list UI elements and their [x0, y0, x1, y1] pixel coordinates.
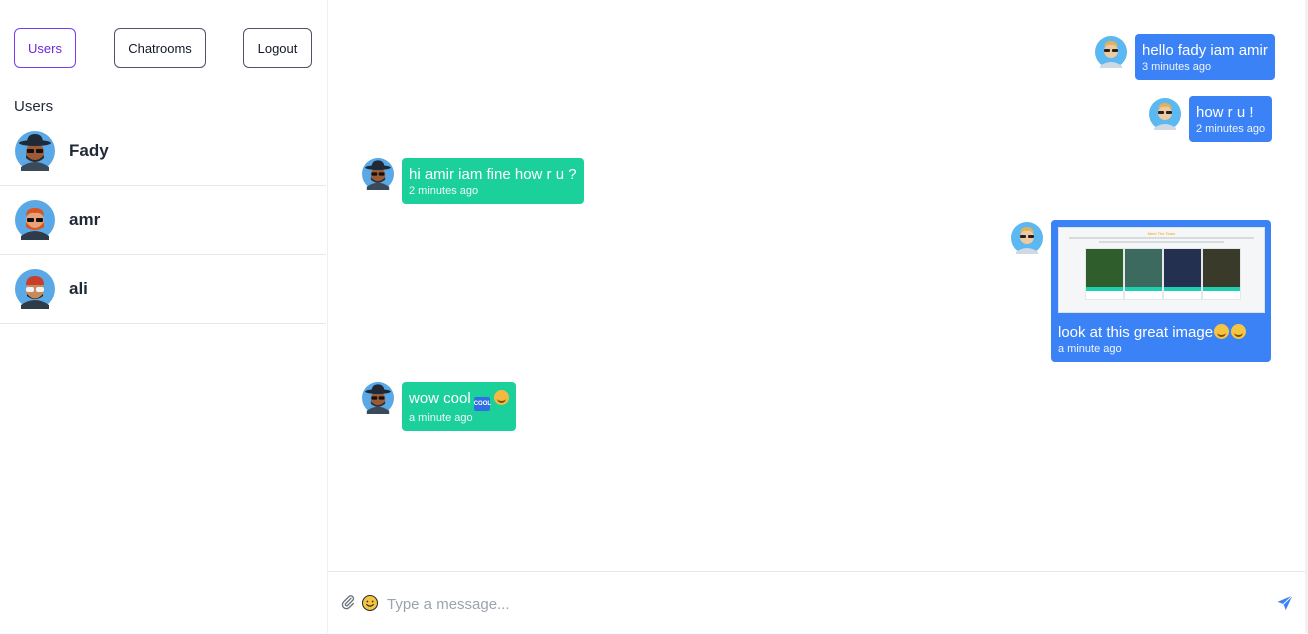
message-time: 2 minutes ago [409, 185, 479, 197]
message-bubble: hi amir iam fine how r u ? 2 minutes ago [402, 158, 584, 204]
message-bubble: wow cool COOL a minute ago [402, 382, 516, 431]
user-item-ali[interactable]: ali [0, 255, 326, 324]
message-text: how r u ! [1196, 104, 1254, 121]
message-time: a minute ago [1058, 343, 1122, 355]
message-row-sent: Meet The Team look at this great image a… [1011, 220, 1271, 362]
avatar-hat-sunglasses-icon [362, 158, 394, 190]
message-text: hi amir iam fine how r u ? [409, 166, 577, 183]
smiling-emoji-icon [1214, 324, 1230, 339]
user-name-label: ali [69, 279, 88, 298]
message-text: wow cool COOL [409, 389, 509, 411]
message-time: a minute ago [409, 412, 473, 424]
message-composer [328, 571, 1308, 634]
paperclip-icon[interactable] [340, 594, 356, 610]
message-row-received: hi amir iam fine how r u ? 2 minutes ago [362, 158, 584, 204]
users-tab-button[interactable]: Users [14, 28, 76, 68]
user-item-fady[interactable]: Fady [0, 117, 326, 186]
user-item-amr[interactable]: amr [0, 186, 326, 255]
image-title: Meet The Team [1147, 231, 1176, 236]
cool-emoji-icon: COOL [473, 397, 491, 411]
smiling-emoji-icon [1231, 324, 1247, 339]
message-row-received: wow cool COOL a minute ago [362, 382, 516, 431]
sidebar: Users Chatrooms Logout Users Fady amr al… [0, 0, 328, 633]
message-input[interactable] [385, 590, 1269, 618]
avatar-blond-sunglasses-icon [1011, 222, 1043, 254]
chatrooms-tab-button[interactable]: Chatrooms [114, 28, 206, 68]
emoji-picker-icon[interactable] [361, 594, 379, 612]
user-name-label: amr [69, 210, 101, 229]
message-time: 3 minutes ago [1142, 61, 1212, 73]
avatar-red-hair-sunglasses-icon [15, 200, 55, 240]
message-bubble: how r u ! 2 minutes ago [1189, 96, 1273, 142]
chat-panel: hello fady iam amir 3 minutes ago how r … [328, 0, 1308, 633]
message-text: hello fady iam amir [1142, 42, 1268, 59]
send-icon[interactable] [1276, 594, 1294, 612]
message-bubble: Meet The Team look at this great image a… [1051, 220, 1271, 362]
avatar-hat-sunglasses-icon [362, 382, 394, 414]
message-image-attachment[interactable]: Meet The Team [1058, 227, 1265, 313]
avatar-red-cap-sunglasses-icon [15, 269, 55, 309]
avatar-blond-sunglasses-icon [1095, 36, 1127, 68]
cowboy-emoji-icon [493, 390, 509, 405]
logout-button[interactable]: Logout [243, 28, 312, 68]
avatar-blond-sunglasses-icon [1149, 98, 1181, 130]
message-row-sent: hello fady iam amir 3 minutes ago [1095, 34, 1275, 80]
message-bubble: hello fady iam amir 3 minutes ago [1135, 34, 1275, 80]
user-name-label: Fady [69, 141, 109, 160]
message-row-sent: how r u ! 2 minutes ago [1149, 96, 1273, 142]
user-list: Fady amr ali [0, 117, 326, 324]
message-time: 2 minutes ago [1196, 123, 1266, 135]
message-text: look at this great image [1058, 323, 1264, 342]
users-section-title: Users [14, 98, 54, 115]
avatar-hat-sunglasses-icon [15, 131, 55, 171]
